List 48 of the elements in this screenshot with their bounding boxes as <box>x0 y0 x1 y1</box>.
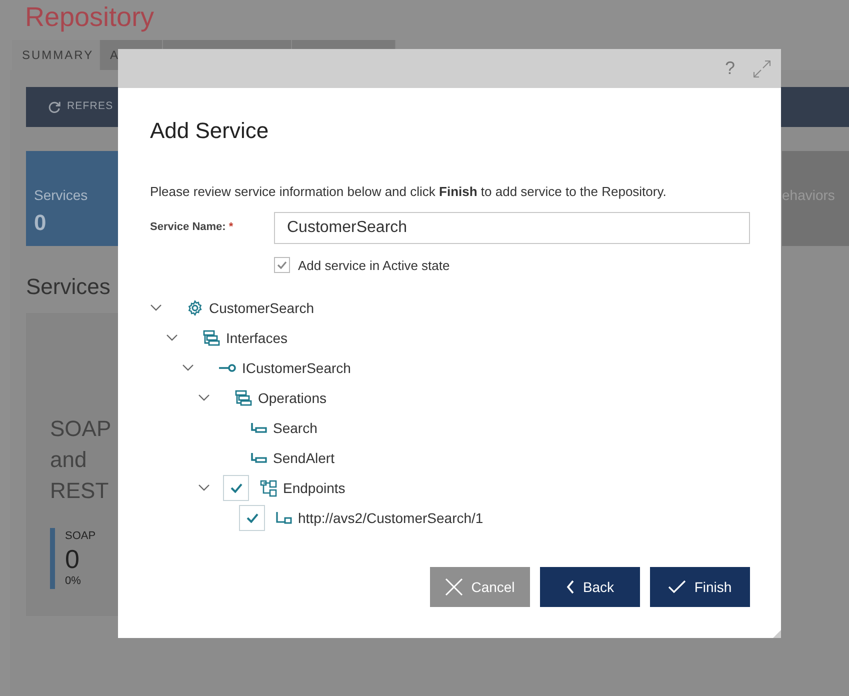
tree-checkbox[interactable] <box>239 505 265 531</box>
gear-icon <box>187 300 203 316</box>
chevron-icon[interactable] <box>182 364 194 372</box>
check-icon <box>230 483 242 493</box>
service-name-field[interactable]: CustomerSearch <box>274 212 750 244</box>
check-icon <box>668 580 686 594</box>
stat-value: 0 <box>65 544 80 572</box>
chevron-left-icon <box>566 580 575 594</box>
stack-icon <box>203 330 220 346</box>
chevron-icon[interactable] <box>166 334 178 342</box>
check-icon <box>277 261 287 270</box>
endpoint-icon <box>276 512 292 524</box>
operation-icon <box>251 423 267 433</box>
tree-checkbox[interactable] <box>223 475 249 501</box>
chevron-icon[interactable] <box>198 394 210 402</box>
required-mark: * <box>228 221 234 234</box>
stack-icon <box>235 390 252 406</box>
card-title: SOAP and REST <box>50 415 110 505</box>
resize-grip-icon[interactable] <box>773 630 781 638</box>
tree-item-label[interactable]: Endpoints <box>283 478 346 498</box>
tree-item-label[interactable]: SendAlert <box>273 448 334 468</box>
close-icon <box>445 578 464 596</box>
tree-item-label[interactable]: http://avs2/CustomerSearch/1 <box>298 508 484 528</box>
section-title: Services <box>26 273 112 301</box>
checkbox-label: Add service in Active state <box>298 256 450 274</box>
checkbox[interactable] <box>274 257 290 274</box>
tree-item-label[interactable]: Interfaces <box>226 328 288 348</box>
chevron-icon[interactable] <box>150 304 162 312</box>
finish-button[interactable]: Finish <box>650 567 750 607</box>
tile-label: Services <box>34 186 89 205</box>
lollipop-icon <box>219 363 236 373</box>
tree-item-label[interactable]: Search <box>273 418 318 438</box>
tree-item-label[interactable]: ICustomerSearch <box>242 358 351 378</box>
chevron-icon[interactable] <box>198 484 210 492</box>
refresh-icon <box>48 100 61 114</box>
stat-percent: 0% <box>65 574 82 588</box>
hierarchy-icon <box>260 480 277 496</box>
instruction-text: Please review service information below and click Finish to add service to the Repository. <box>150 183 668 201</box>
tile-value: 0 <box>34 209 48 237</box>
back-button[interactable]: Back <box>540 567 640 607</box>
operation-icon <box>251 453 267 463</box>
check-icon <box>246 513 258 523</box>
page-title: Repository <box>24 1 156 34</box>
stat-label: SOAP <box>65 529 97 544</box>
field-label: Service Name: * <box>150 220 234 236</box>
dialog-title: Add Service <box>150 117 270 145</box>
tree-item-label[interactable]: Operations <box>258 388 326 408</box>
tree-item-label[interactable]: CustomerSearch <box>209 298 314 318</box>
